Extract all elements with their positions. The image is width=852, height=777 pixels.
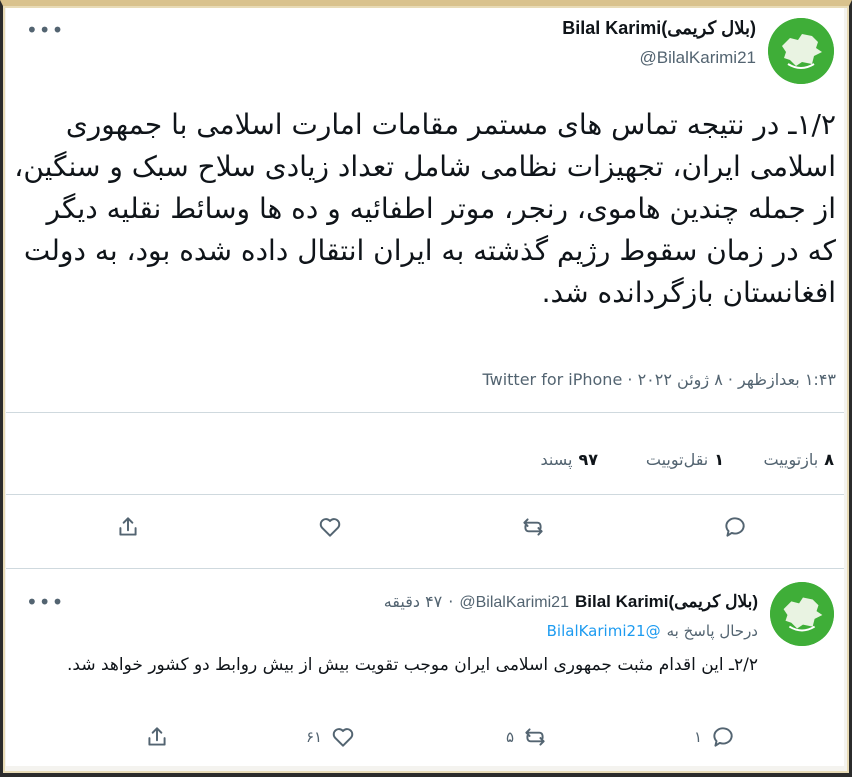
- author-avatar[interactable]: [768, 18, 834, 84]
- heart-icon: [319, 518, 341, 537]
- separator-dot: ·: [448, 592, 454, 611]
- reply-author-name[interactable]: Bilal Karimi(بلال کریمی): [575, 592, 758, 612]
- tweet-text: ۱/۲ـ در نتیجه تماس های مستمر مقامات امار…: [14, 108, 836, 309]
- quotes-stat[interactable]: ۱ نقل‌توییت: [646, 450, 724, 469]
- tweet-timestamp[interactable]: ۱:۴۳ بعدازظهر · ۸ ژوئن ۲۰۲۲ · Twitter fo…: [482, 370, 836, 389]
- emirate-flag-avatar-icon: [770, 582, 834, 646]
- retweets-label: بازتوییت: [763, 450, 819, 469]
- share-icon: [119, 517, 137, 536]
- reply-count: ۱: [694, 728, 703, 746]
- likes-label: پسند: [540, 450, 573, 469]
- reply-header: Bilal Karimi(بلال کریمی) @BilalKarimi21 …: [384, 592, 758, 612]
- reply-author-handle[interactable]: @BilalKarimi21: [459, 594, 569, 612]
- share-button[interactable]: [115, 514, 141, 540]
- reply-time[interactable]: ۴۷ دقیقه: [384, 592, 443, 611]
- reply-icon: [725, 517, 745, 537]
- replying-to-handle[interactable]: @BilalKarimi21: [547, 622, 661, 640]
- author-handle[interactable]: @BilalKarimi21: [640, 48, 756, 68]
- quotes-count: ۱: [714, 450, 724, 469]
- emirate-flag-avatar-icon: [768, 18, 834, 84]
- replying-to-prefix: درحال پاسخ به: [666, 622, 758, 640]
- reply-text: ۲/۲ـ این اقدام مثبت جمهوری اسلامی ایران …: [67, 655, 758, 675]
- divider: [6, 568, 844, 569]
- reply-author-avatar[interactable]: [770, 582, 834, 646]
- tweet-card: Bilal Karimi(بلال کریمی) @BilalKarimi21 …: [6, 8, 844, 766]
- author-name[interactable]: Bilal Karimi(بلال کریمی): [562, 18, 756, 39]
- likes-stat[interactable]: ۹۷ پسند: [541, 450, 598, 469]
- retweets-stat[interactable]: ۸ بازتوییت: [763, 450, 834, 469]
- replying-to: درحال پاسخ به @BilalKarimi21: [547, 622, 758, 640]
- share-icon: [148, 727, 166, 746]
- retweets-count: ۸: [824, 450, 834, 469]
- divider: [6, 494, 844, 495]
- quotes-label: نقل‌توییت: [645, 450, 709, 469]
- retweet-icon: [523, 518, 543, 536]
- reply-like-button[interactable]: ۶۱: [306, 724, 356, 750]
- reply-reply-button[interactable]: ۱: [694, 724, 736, 750]
- retweet-count: ۵: [506, 728, 515, 746]
- likes-count: ۹۷: [578, 450, 598, 469]
- retweet-icon: [525, 728, 545, 746]
- reply-icon: [713, 727, 733, 747]
- more-options-icon[interactable]: •••: [26, 20, 64, 40]
- divider: [6, 412, 844, 413]
- heart-icon: [332, 728, 354, 747]
- reply-more-options-icon[interactable]: •••: [26, 592, 64, 612]
- like-button[interactable]: [317, 514, 343, 540]
- retweet-button[interactable]: [520, 514, 546, 540]
- like-count: ۶۱: [306, 728, 323, 746]
- reply-button[interactable]: [722, 514, 748, 540]
- reply-share-button[interactable]: [144, 724, 170, 750]
- reply-retweet-button[interactable]: ۵: [506, 724, 548, 750]
